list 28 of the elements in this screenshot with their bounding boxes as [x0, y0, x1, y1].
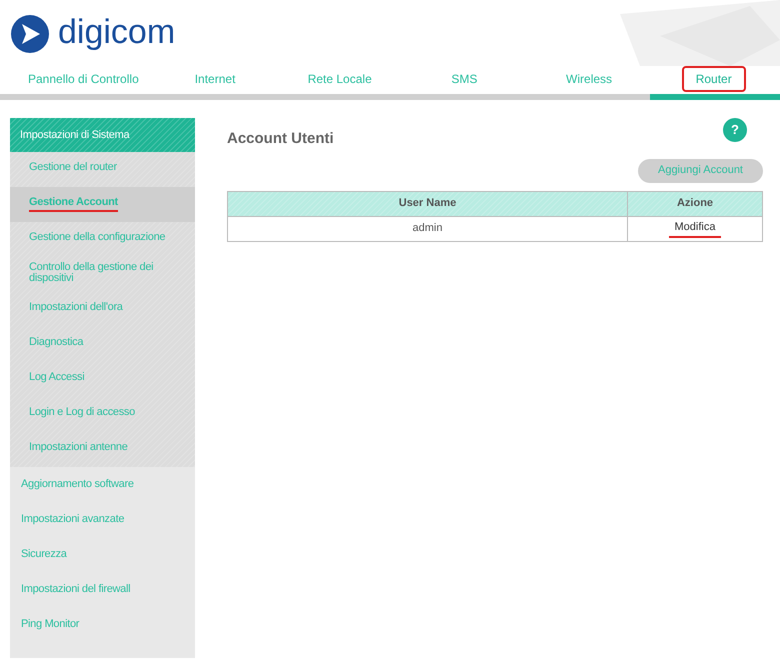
sidebar-item[interactable]: Login e Log di accesso: [29, 407, 135, 422]
sidebar-item[interactable]: Gestione del router: [29, 162, 117, 177]
nav-tab[interactable]: Pannello di Controllo: [14, 66, 153, 92]
sidebar-item[interactable]: Controllo della gestione dei dispositivi: [29, 262, 191, 288]
nav-tab[interactable]: Rete Locale: [294, 66, 386, 92]
sidebar-item[interactable]: Gestione della configurazione: [29, 232, 166, 247]
add-account-button[interactable]: Aggiungi Account: [638, 158, 763, 182]
logo-icon: [10, 14, 50, 54]
sidebar-item[interactable]: Aggiornamento software: [21, 476, 134, 493]
sidebar-item[interactable]: Impostazioni avanzate: [21, 511, 124, 528]
sidebar-group-header[interactable]: Impostazioni di Sistema: [10, 118, 195, 152]
sidebar-item[interactable]: Diagnostica: [29, 337, 84, 352]
nav-tab[interactable]: Wireless: [552, 66, 626, 92]
nav-tab[interactable]: Internet: [180, 66, 250, 92]
table-cell: admin: [228, 216, 628, 241]
brand-name: digicom: [58, 15, 176, 49]
sidebar-item[interactable]: Sicurezza: [21, 546, 67, 563]
column-header: User Name: [228, 191, 628, 216]
column-header: Azione: [628, 191, 762, 216]
page-title: Account Utenti: [227, 129, 334, 149]
sidebar-item[interactable]: Log Accessi: [29, 372, 84, 387]
sidebar-item[interactable]: Impostazioni dell'ora: [29, 302, 123, 317]
sidebar-item[interactable]: Ping Monitor: [21, 616, 80, 633]
nav-tab[interactable]: SMS: [437, 66, 492, 92]
sidebar-item[interactable]: Impostazioni del firewall: [21, 581, 130, 598]
nav-tab[interactable]: Router: [682, 66, 746, 92]
help-button[interactable]: ?: [723, 118, 747, 142]
sidebar-item[interactable]: Impostazioni antenne: [29, 442, 128, 457]
